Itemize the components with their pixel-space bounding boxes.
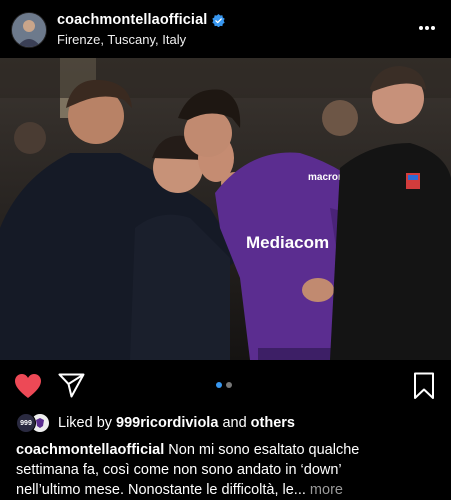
likes-row[interactable]: 999 Liked by 999ricordiviola and others [16,412,295,434]
post-location[interactable]: Firenze, Tuscany, Italy [57,32,186,47]
jersey-brand: macron [308,172,344,183]
jersey-sponsor: Mediacom [246,233,329,252]
carousel-dot [226,382,232,388]
likes-user[interactable]: 999ricordiviola [116,415,218,431]
post-photo[interactable]: Mediacom macron [0,58,451,360]
caption-line-3: nell’ultimo mese. Nonostante le difficol… [16,482,306,498]
post-username[interactable]: coachmontellaofficial [57,12,207,28]
caption-username[interactable]: coachmontellaofficial [16,442,164,458]
caption-line-1: Non mi sono esaltato qualche [168,442,360,458]
share-icon[interactable] [58,373,85,398]
verified-badge-icon [212,13,226,27]
likes-prefix: Liked by [58,415,113,431]
post-caption: coachmontellaofficial Non mi sono esalta… [16,440,441,500]
more-options-icon[interactable] [417,18,437,38]
carousel-indicator [216,382,232,388]
likes-connector: and [222,415,247,431]
liker-avatar: 999 [16,413,36,433]
caption-line-2: settimana fa, così come non sono andato … [16,462,342,478]
bookmark-icon[interactable] [413,372,435,400]
carousel-dot-active [216,382,222,388]
action-bar [0,360,451,412]
post-header: coachmontellaofficial Firenze, Tuscany, … [0,0,451,58]
likes-others[interactable]: others [251,415,295,431]
caption-more-link[interactable]: more [310,482,343,498]
heart-icon[interactable] [14,373,42,399]
profile-avatar[interactable] [11,12,47,48]
liker-avatars: 999 [16,413,52,433]
